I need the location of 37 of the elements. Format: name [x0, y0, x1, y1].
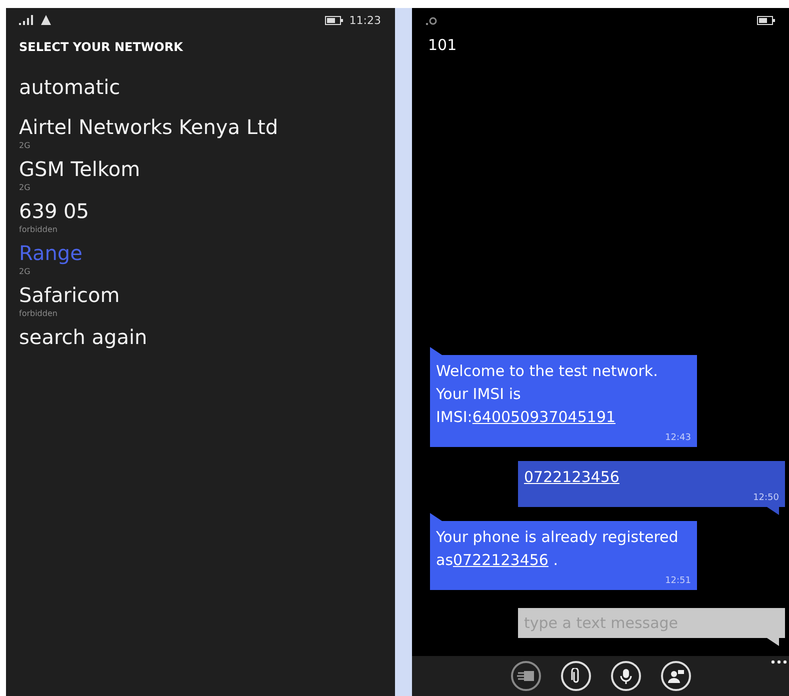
message-text: Welcome to the test network. Your IMSI is IMSI:640050937045191	[436, 361, 659, 428]
contact-name: 101	[428, 36, 457, 54]
network-item[interactable]: 639 05	[19, 198, 89, 224]
more-icon[interactable]	[771, 660, 787, 664]
network-detail: 2G	[19, 182, 30, 194]
network-item[interactable]: Safaricom	[19, 282, 120, 308]
contact-card-button[interactable]	[660, 661, 690, 691]
signal-icon	[426, 16, 438, 24]
network-item[interactable]: Airtel Networks Kenya Ltd	[19, 114, 278, 140]
contact-card-icon	[666, 668, 684, 684]
phone-link[interactable]: 640050937045191	[472, 408, 616, 426]
network-detail: forbidden	[19, 308, 58, 320]
triangle-icon	[41, 15, 51, 25]
network-detail: forbidden	[19, 224, 58, 236]
sim-switch-icon	[516, 669, 534, 683]
attach-button[interactable]	[560, 661, 590, 691]
message-time: 12:43	[664, 433, 691, 443]
phone-link[interactable]: 0722123456	[453, 551, 548, 569]
microphone-button[interactable]	[610, 661, 640, 691]
message-text: Your phone is already registered as0722123456 .	[436, 527, 680, 571]
field-tail	[767, 638, 779, 646]
message-time: 12:50	[752, 493, 779, 503]
switch-sim-button[interactable]	[510, 661, 540, 691]
battery-icon	[757, 16, 775, 24]
network-item[interactable]: search again	[19, 324, 148, 350]
network-item[interactable]: automatic	[19, 74, 120, 100]
signal-icon	[19, 15, 35, 25]
message-time: 12:51	[664, 576, 691, 586]
microphone-icon	[620, 668, 632, 684]
network-detail: 2G	[19, 266, 30, 278]
phone-link[interactable]: 0722123456	[524, 468, 620, 486]
network-detail: 2G	[19, 140, 30, 152]
battery-icon	[325, 16, 344, 24]
network-item[interactable]: GSM Telkom	[19, 156, 140, 182]
screen-title: SELECT YOUR NETWORK	[19, 40, 184, 54]
paperclip-icon	[570, 668, 580, 684]
status-time: 11:23	[349, 14, 381, 26]
